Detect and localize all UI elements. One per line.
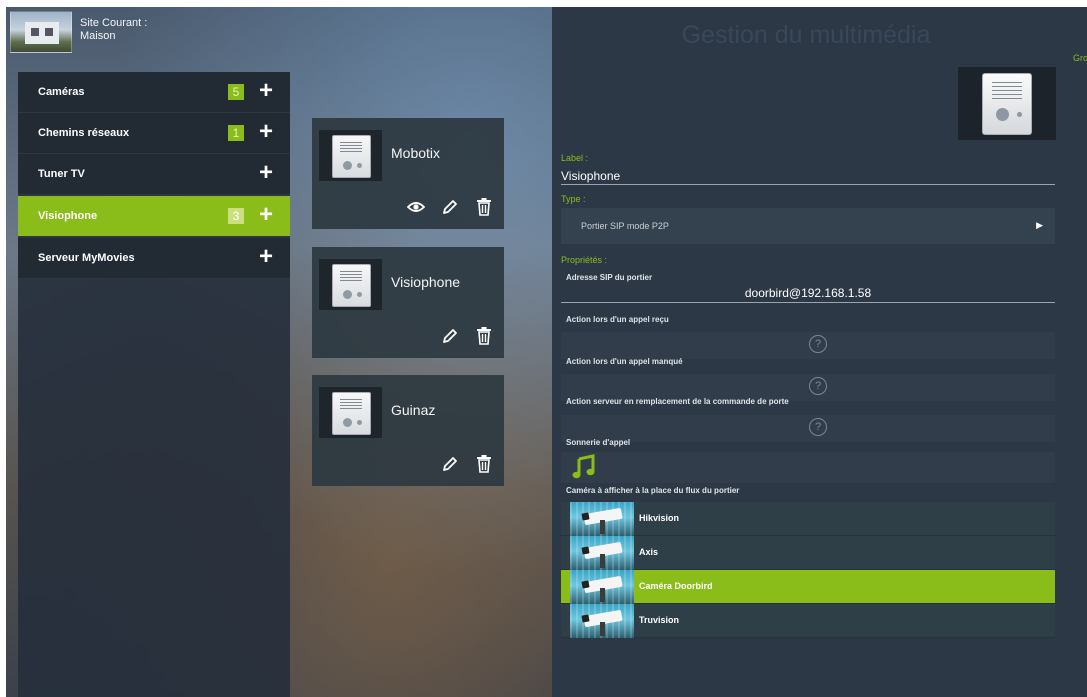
intercom-thumbnail xyxy=(319,130,382,181)
label-heading: Label : xyxy=(561,153,589,163)
chevron-right-icon: ▶ xyxy=(1036,220,1043,230)
camera-option[interactable]: Truvision xyxy=(561,604,1055,638)
camera-thumbnail xyxy=(570,536,634,570)
action-missed-label: Action lors d'un appel manqué xyxy=(566,357,683,366)
music-note-icon[interactable] xyxy=(571,454,597,485)
menu-item-label: Tuner TV xyxy=(38,168,85,180)
trash-icon[interactable] xyxy=(474,326,494,346)
action-received-field[interactable]: ? xyxy=(561,332,1055,359)
device-name: Visiophone xyxy=(391,274,461,290)
menu-item-label: Caméras xyxy=(38,86,85,98)
camera-thumbnail xyxy=(570,570,634,604)
device-image[interactable] xyxy=(958,67,1056,140)
edge-text: Gro xyxy=(1073,53,1087,63)
trash-icon[interactable] xyxy=(474,454,494,474)
add-icon[interactable]: + xyxy=(259,202,273,228)
camera-option[interactable]: Axis xyxy=(561,536,1055,570)
menu-item-network-paths[interactable]: Chemins réseaux 1 + xyxy=(18,113,290,154)
menu-item-label: Serveur MyMovies xyxy=(38,252,135,264)
action-received-label: Action lors d'un appel reçu xyxy=(566,315,669,324)
menu-item-mymovies-server[interactable]: Serveur MyMovies + xyxy=(18,238,290,279)
help-icon[interactable]: ? xyxy=(809,335,827,353)
right-edge-strip xyxy=(1060,7,1087,697)
type-heading: Type : xyxy=(561,194,586,204)
add-icon[interactable]: + xyxy=(259,160,273,186)
label-underline xyxy=(561,184,1055,185)
detail-panel: Gestion du multimédia Label : Visiophone… xyxy=(552,7,1060,697)
ringtone-field[interactable] xyxy=(561,452,1055,483)
device-card[interactable]: Mobotix xyxy=(312,118,504,229)
type-value: Portier SIP mode P2P xyxy=(581,221,669,231)
add-icon[interactable]: + xyxy=(259,119,273,145)
device-name: Mobotix xyxy=(391,145,441,161)
pencil-icon[interactable] xyxy=(440,454,460,474)
trash-icon[interactable] xyxy=(474,197,494,217)
camera-thumbnail xyxy=(570,502,634,536)
camera-option[interactable]: Hikvision xyxy=(561,502,1055,536)
menu-item-tv-tuner[interactable]: Tuner TV + xyxy=(18,154,290,195)
menu-item-label: Visiophone xyxy=(38,210,98,222)
count-badge: 1 xyxy=(228,125,244,141)
site-label-heading: Site Courant : xyxy=(80,17,148,29)
camera-option-selected[interactable]: Caméra Doorbird xyxy=(561,570,1055,604)
camera-name: Hikvision xyxy=(639,513,680,523)
site-thumbnail[interactable] xyxy=(10,11,72,53)
help-icon[interactable]: ? xyxy=(809,377,827,395)
sip-underline xyxy=(561,302,1055,303)
pencil-icon[interactable] xyxy=(440,326,460,346)
action-server-label: Action serveur en remplacement de la com… xyxy=(566,397,789,406)
menu-item-visiophone[interactable]: Visiophone 3 + xyxy=(18,196,290,237)
camera-thumbnail xyxy=(570,604,634,638)
count-badge: 3 xyxy=(228,208,244,224)
sip-address-input[interactable]: doorbird@192.168.1.58 xyxy=(561,286,1055,300)
add-icon[interactable]: + xyxy=(259,244,273,270)
site-header: Site Courant : Maison xyxy=(6,7,552,57)
camera-name: Caméra Doorbird xyxy=(639,581,713,591)
intercom-thumbnail xyxy=(319,387,382,438)
intercom-thumbnail xyxy=(319,259,382,310)
label-input[interactable]: Visiophone xyxy=(561,169,620,183)
eye-icon[interactable] xyxy=(406,197,426,217)
device-name: Guinaz xyxy=(391,402,436,418)
category-sidebar: Caméras 5 + Chemins réseaux 1 + Tuner TV… xyxy=(18,72,290,697)
pencil-icon[interactable] xyxy=(440,197,460,217)
page-title: Gestion du multimédia xyxy=(681,21,931,49)
site-name: Maison xyxy=(80,30,116,42)
menu-item-label: Chemins réseaux xyxy=(38,127,130,139)
help-icon[interactable]: ? xyxy=(809,418,827,436)
properties-heading: Propriétés : xyxy=(561,255,608,265)
action-server-field[interactable]: ? xyxy=(561,415,1055,442)
camera-name: Truvision xyxy=(639,615,680,625)
count-badge: 5 xyxy=(228,84,244,100)
menu-item-cameras[interactable]: Caméras 5 + xyxy=(18,72,290,113)
add-icon[interactable]: + xyxy=(259,78,273,104)
site-label: Site Courant : Maison xyxy=(80,17,147,43)
sip-address-label: Adresse SIP du portier xyxy=(566,273,653,282)
device-card[interactable]: Visiophone xyxy=(312,247,504,358)
device-card[interactable]: Guinaz xyxy=(312,375,504,486)
type-select[interactable]: Portier SIP mode P2P ▶ xyxy=(561,208,1055,244)
camera-name: Axis xyxy=(639,547,659,557)
ringtone-label: Sonnerie d'appel xyxy=(566,438,631,447)
camera-label: Caméra à afficher à la place du flux du … xyxy=(566,486,740,495)
